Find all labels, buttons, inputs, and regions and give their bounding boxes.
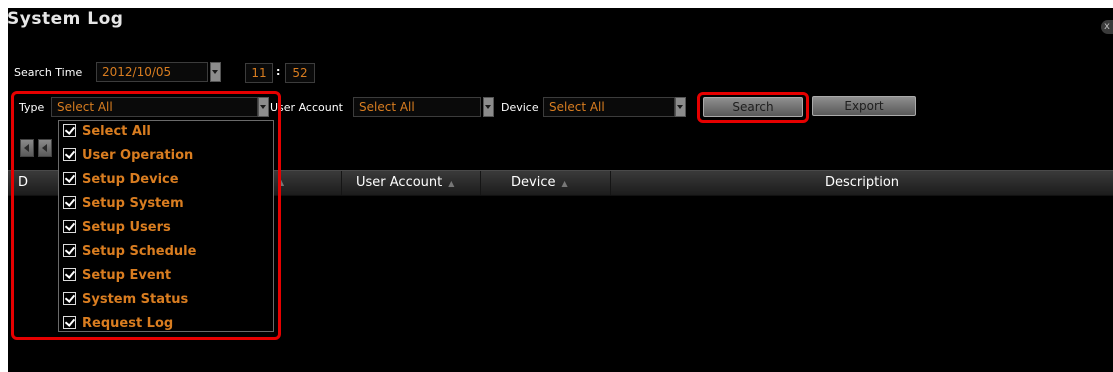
type-filter-highlight bbox=[11, 91, 281, 340]
column-header-user-account[interactable]: User Account ▲ bbox=[342, 171, 481, 195]
device-dropdown-arrow-icon[interactable] bbox=[675, 97, 686, 117]
column-description-label: Description bbox=[824, 175, 900, 190]
column-header-description[interactable]: Description bbox=[611, 171, 1113, 195]
column-device-label: Device bbox=[511, 175, 556, 190]
date-dropdown-arrow-icon[interactable] bbox=[210, 62, 221, 82]
search-button-highlight bbox=[697, 92, 809, 123]
hour-field[interactable]: 11 bbox=[245, 63, 273, 83]
device-label: Device bbox=[501, 101, 539, 114]
minute-field[interactable]: 52 bbox=[285, 63, 315, 83]
export-button[interactable]: Export bbox=[812, 96, 916, 116]
device-select[interactable]: Select All bbox=[543, 97, 675, 117]
user-account-select[interactable]: Select All bbox=[353, 97, 481, 117]
window-title: System Log bbox=[7, 9, 124, 29]
close-icon[interactable]: x bbox=[1101, 20, 1113, 34]
user-account-dropdown-arrow-icon[interactable] bbox=[483, 97, 494, 117]
time-separator: : bbox=[276, 65, 281, 78]
sort-icon: ▲ bbox=[448, 179, 455, 188]
search-date-field[interactable]: 2012/10/05 bbox=[96, 62, 208, 82]
sort-icon: ▲ bbox=[561, 179, 568, 188]
column-header-device[interactable]: Device ▲ bbox=[481, 171, 611, 195]
search-time-label: Search Time bbox=[14, 66, 83, 79]
column-user-account-label: User Account bbox=[356, 175, 443, 190]
